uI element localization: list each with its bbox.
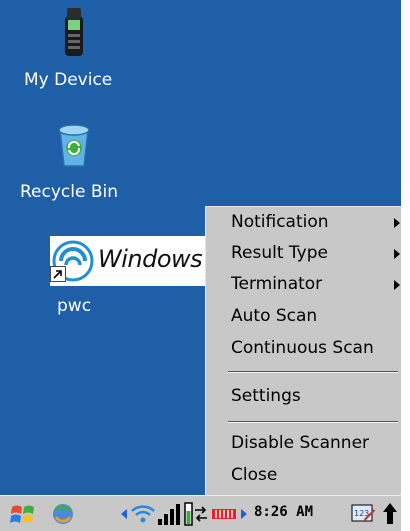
signal-icon[interactable] xyxy=(156,499,182,529)
menu-item-label: Continuous Scan xyxy=(231,338,374,358)
recycle-bin-icon xyxy=(58,124,90,167)
recycle-bin-label: Recycle Bin xyxy=(20,182,119,202)
shortcut-arrow-icon xyxy=(50,266,66,282)
menu-item-label: Notification xyxy=(231,212,329,232)
menu-item-close[interactable]: Close xyxy=(206,461,401,491)
menu-item-result-type[interactable]: Result Type xyxy=(206,239,401,269)
submenu-arrow-icon xyxy=(394,249,400,259)
menu-item-label: Disable Scanner xyxy=(231,433,370,453)
menu-item-label: Result Type xyxy=(231,243,328,263)
pwc-banner: Windows E xyxy=(50,236,224,286)
menu-item-notification[interactable]: Notification xyxy=(206,208,401,238)
menu-item-terminator[interactable]: Terminator xyxy=(206,270,401,300)
sync-icon[interactable] xyxy=(48,499,78,529)
menu-item-continuous-scan[interactable]: Continuous Scan xyxy=(206,334,401,364)
right-arrow-icon[interactable] xyxy=(238,499,250,529)
menu-item-settings[interactable]: Settings xyxy=(206,382,401,412)
menu-separator xyxy=(228,421,398,423)
menu-item-label: Auto Scan xyxy=(231,306,318,326)
scanner-icon[interactable] xyxy=(211,499,237,529)
menu-item-label: Terminator xyxy=(231,274,323,294)
start-icon[interactable] xyxy=(8,499,38,529)
screen-border xyxy=(401,0,410,531)
menu-item-disable-scanner[interactable]: Disable Scanner xyxy=(206,429,401,459)
keyboard-icon[interactable]: 123 xyxy=(350,499,376,529)
menu-item-label: Settings xyxy=(231,386,301,406)
submenu-arrow-icon xyxy=(394,218,400,228)
my-device-label: My Device xyxy=(24,70,113,90)
menu-item-auto-scan[interactable]: Auto Scan xyxy=(206,302,401,332)
menu-separator xyxy=(228,371,398,373)
scanner-context-menu: Notification Result Type Terminator Auto… xyxy=(205,206,401,496)
battery-icon[interactable] xyxy=(183,499,193,529)
menu-item-label: Close xyxy=(231,465,278,485)
wifi-icon[interactable] xyxy=(130,499,156,529)
desktop: My Device Recycle Bin Windows E pwc Noti… xyxy=(0,0,401,531)
up-arrow-icon[interactable] xyxy=(381,499,399,529)
clock[interactable]: 8:26 AM xyxy=(254,504,313,520)
left-arrow-icon[interactable] xyxy=(118,499,130,529)
submenu-arrow-icon xyxy=(394,280,400,290)
connection-icon[interactable] xyxy=(193,499,209,529)
pwc-label: pwc xyxy=(57,296,92,316)
phone-icon xyxy=(65,8,83,56)
taskbar: 8:26 AM 123 xyxy=(0,495,401,531)
